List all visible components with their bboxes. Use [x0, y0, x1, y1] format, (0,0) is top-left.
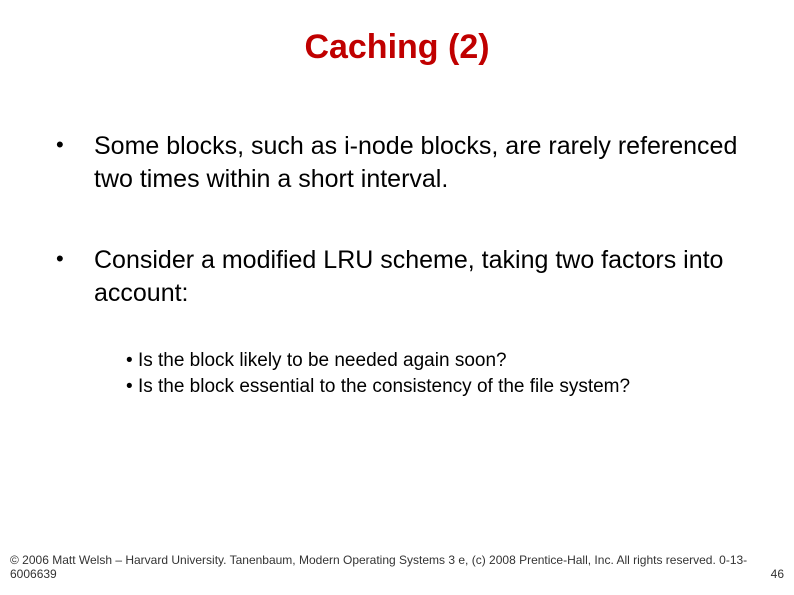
bullet-text: Consider a modified LRU scheme, taking t… [94, 244, 754, 310]
slide-number: 46 [771, 567, 784, 581]
footer-credits: © 2006 Matt Welsh – Harvard University. … [10, 553, 784, 581]
content-area: • Some blocks, such as i-node blocks, ar… [56, 130, 754, 400]
bullet-item: • Some blocks, such as i-node blocks, ar… [56, 130, 754, 196]
bullet-item: • Consider a modified LRU scheme, taking… [56, 244, 754, 310]
sub-bullet-item: • Is the block likely to be needed again… [126, 348, 754, 374]
sub-bullet-item: • Is the block essential to the consiste… [126, 374, 754, 400]
sub-bullet-text: Is the block essential to the consistenc… [138, 376, 630, 397]
slide: Caching (2) • Some blocks, such as i-nod… [0, 0, 794, 595]
sub-bullets: • Is the block likely to be needed again… [126, 348, 754, 400]
bullet-icon: • [56, 130, 94, 160]
bullet-icon: • [56, 244, 94, 274]
bullet-text: Some blocks, such as i-node blocks, are … [94, 130, 754, 196]
sub-bullet-text: Is the block likely to be needed again s… [138, 350, 507, 371]
slide-title: Caching (2) [0, 28, 794, 67]
